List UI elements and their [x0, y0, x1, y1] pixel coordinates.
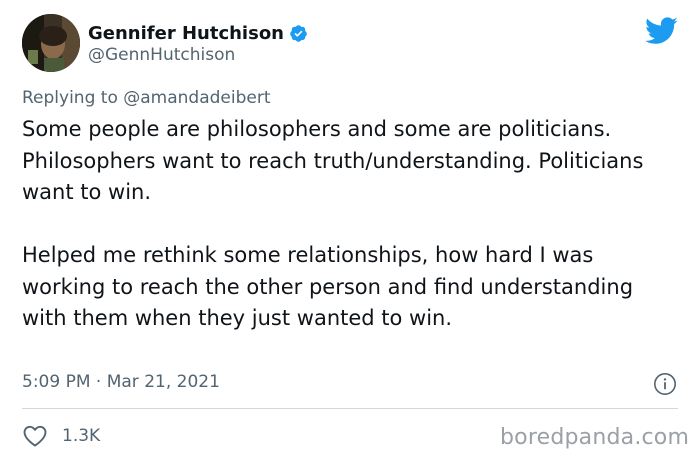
reply-mention-link[interactable]: @amandadeibert — [123, 88, 270, 108]
tweet-body: Some people are philosophers and some ar… — [22, 114, 682, 335]
divider — [22, 408, 678, 409]
watermark: boredpanda.com — [500, 425, 690, 450]
author-display-name[interactable]: Gennifer Hutchison — [88, 23, 284, 44]
tweet-paragraph-2: Helped me rethink some relationships, ho… — [22, 243, 634, 330]
twitter-bird-icon[interactable] — [645, 17, 678, 45]
avatar[interactable] — [22, 14, 80, 72]
like-button[interactable]: 1.3K — [22, 424, 100, 448]
tweet-timestamp[interactable]: 5:09 PM · Mar 21, 2021 — [22, 372, 220, 392]
reply-prefix: Replying to — [22, 88, 118, 108]
tweet-card: Gennifer Hutchison @GennHutchison Replyi… — [0, 0, 700, 463]
author-name-row[interactable]: Gennifer Hutchison — [88, 20, 308, 46]
like-count: 1.3K — [62, 426, 101, 446]
heart-icon — [22, 424, 48, 448]
avatar-image — [22, 14, 80, 72]
verified-badge-icon — [289, 24, 308, 43]
author-handle[interactable]: @GennHutchison — [88, 45, 235, 65]
info-icon[interactable] — [653, 372, 677, 396]
reply-context: Replying to @amandadeibert — [22, 88, 271, 108]
tweet-paragraph-1: Some people are philosophers and some ar… — [22, 117, 644, 204]
